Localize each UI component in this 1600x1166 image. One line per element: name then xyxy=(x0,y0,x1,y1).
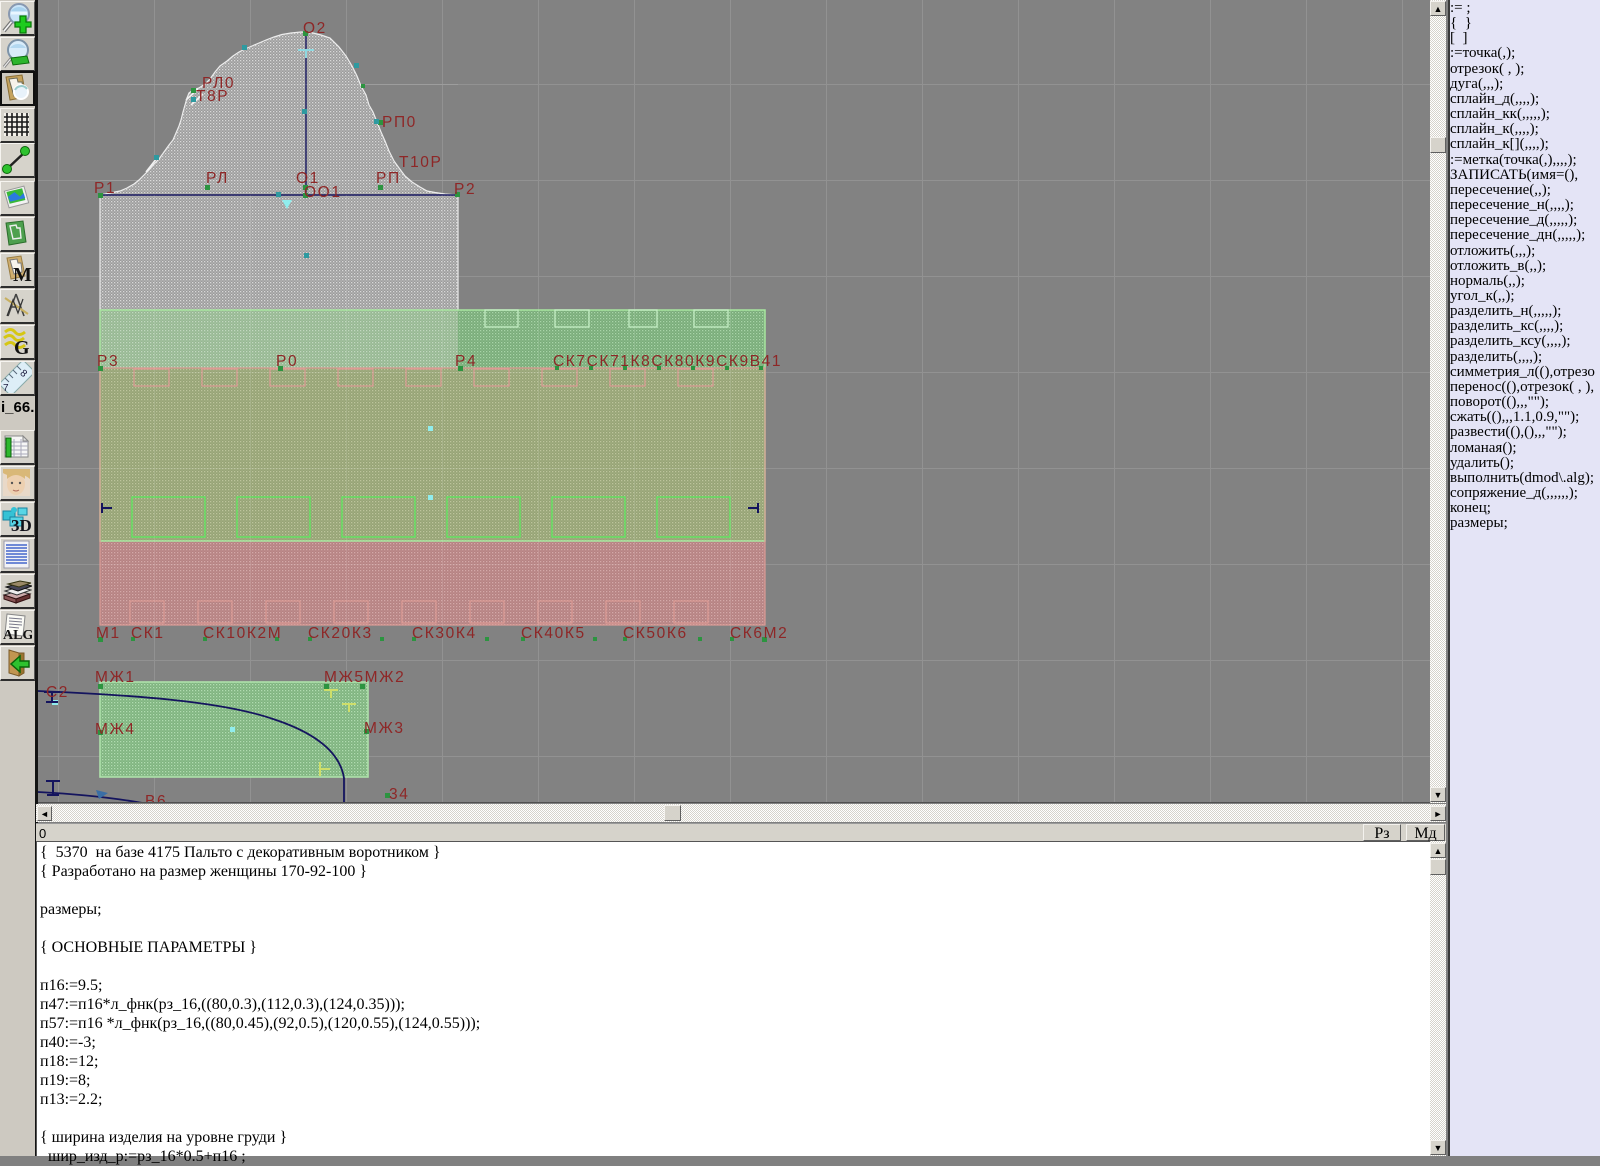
svg-text:ALG: ALG xyxy=(3,628,32,642)
svg-text:СК7СК71К8СК80К9СК9В41: СК7СК71К8СК80К9СК9В41 xyxy=(553,353,782,370)
svg-text:МЖ5МЖ2: МЖ5МЖ2 xyxy=(324,669,405,686)
svg-text:МЖ3: МЖ3 xyxy=(364,720,405,737)
svg-text:В6: В6 xyxy=(145,793,167,803)
svg-text:М1: М1 xyxy=(96,625,121,642)
svg-text:Р2: Р2 xyxy=(454,181,476,198)
svg-text:Р1: Р1 xyxy=(94,180,116,197)
svg-text:СК6М2: СК6М2 xyxy=(730,625,788,642)
svg-text:РЛ: РЛ xyxy=(206,170,229,187)
svg-text:Т8Р: Т8Р xyxy=(196,88,229,105)
svg-text:МЖ4: МЖ4 xyxy=(95,721,136,738)
svg-text:7: 7 xyxy=(3,383,9,393)
svg-text:Р0: Р0 xyxy=(276,353,298,370)
svg-text:СК20К3: СК20К3 xyxy=(308,625,373,642)
svg-text:МЖ1: МЖ1 xyxy=(95,669,136,686)
svg-text:M: M xyxy=(13,264,32,285)
svg-text:ОО1: ОО1 xyxy=(304,184,342,201)
svg-text:G: G xyxy=(14,337,30,357)
svg-text:Р3: Р3 xyxy=(97,353,119,370)
svg-text:РП0: РП0 xyxy=(382,114,417,131)
svg-text:Р4: Р4 xyxy=(455,353,477,370)
svg-text:3D: 3D xyxy=(11,516,32,534)
svg-text:Т10Р: Т10Р xyxy=(399,154,442,171)
svg-text:СК40К5: СК40К5 xyxy=(521,625,586,642)
svg-text:СК30К4: СК30К4 xyxy=(412,625,477,642)
svg-text:РП: РП xyxy=(376,170,401,187)
svg-text:СК10К2М: СК10К2М xyxy=(203,625,282,642)
svg-text:СК50К6: СК50К6 xyxy=(623,625,688,642)
svg-text:С2: С2 xyxy=(46,684,69,701)
svg-text:О2: О2 xyxy=(303,20,327,37)
svg-text:СК1: СК1 xyxy=(131,625,165,642)
svg-text:34: 34 xyxy=(389,786,409,803)
